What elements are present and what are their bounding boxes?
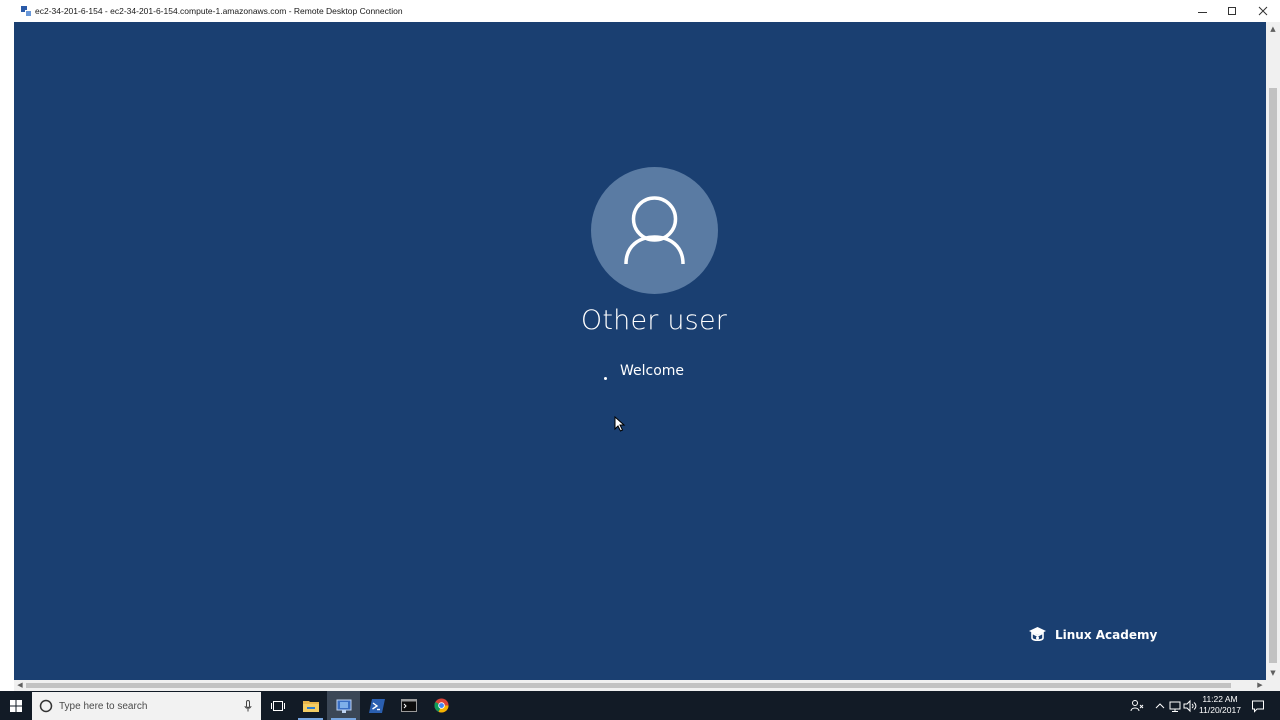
windows-logo-icon [10, 699, 22, 712]
window-title: ec2-34-201-6-154 - ec2-34-201-6-154.comp… [35, 6, 403, 16]
mouse-pointer-icon [614, 416, 626, 432]
vertical-scroll-thumb[interactable] [1269, 88, 1277, 663]
taskbar-clock[interactable]: 11:22 AM 11/20/2017 [1196, 694, 1244, 716]
maximize-icon [1228, 7, 1236, 15]
network-icon[interactable] [1168, 699, 1182, 713]
task-view-icon [270, 700, 285, 711]
user-silhouette-icon [624, 196, 685, 265]
remote-desktop-taskbar-button[interactable] [327, 691, 360, 720]
search-placeholder: Type here to search [59, 700, 148, 712]
powershell-icon [368, 698, 385, 713]
remote-login-screen[interactable]: Other user Welcome Linux Academy [14, 22, 1266, 680]
microphone-icon[interactable] [244, 700, 252, 712]
start-button[interactable] [0, 691, 32, 720]
remote-desktop-window: ec2-34-201-6-154 - ec2-34-201-6-154.comp… [0, 0, 1280, 691]
volume-icon[interactable] [1183, 699, 1197, 713]
minimize-button[interactable] [1187, 0, 1217, 22]
window-left-border [0, 22, 14, 680]
scroll-up-arrow-icon[interactable]: ▲ [1266, 22, 1280, 36]
user-name-label: Other user [580, 305, 728, 336]
linux-academy-logo: Linux Academy [1028, 625, 1157, 644]
close-button[interactable] [1248, 0, 1278, 22]
brand-name: Linux Academy [1055, 627, 1158, 642]
command-prompt-button[interactable] [392, 691, 425, 720]
close-icon [1258, 6, 1268, 16]
chrome-button[interactable] [425, 691, 458, 720]
chrome-icon [434, 698, 449, 713]
scroll-down-arrow-icon[interactable]: ▼ [1266, 666, 1280, 680]
remote-desktop-app-icon [21, 5, 32, 17]
graduation-cap-icon [1029, 627, 1046, 642]
folder-icon [302, 701, 319, 712]
user-avatar[interactable] [591, 167, 718, 294]
powershell-button[interactable] [360, 691, 393, 720]
cortana-icon [39, 699, 53, 713]
system-tray: 11:22 AM 11/20/2017 [1120, 691, 1280, 720]
scroll-left-arrow-icon[interactable]: ◀ [14, 680, 26, 691]
taskbar-search-box[interactable]: Type here to search [32, 692, 261, 720]
welcome-text: Welcome [620, 363, 685, 379]
people-icon[interactable] [1130, 699, 1144, 713]
clock-date: 11/20/2017 [1199, 705, 1241, 715]
chevron-up-icon[interactable] [1153, 699, 1167, 713]
scrollbar-corner [1266, 680, 1280, 691]
horizontal-scrollbar[interactable]: ◀ ▶ [14, 680, 1266, 691]
taskbar: Type here to search 11:22 AM 11/20/2017 [0, 691, 1280, 720]
notifications-icon[interactable] [1251, 699, 1265, 713]
scroll-right-arrow-icon[interactable]: ▶ [1254, 680, 1266, 691]
file-explorer-button[interactable] [294, 691, 327, 720]
horizontal-scroll-thumb[interactable] [26, 683, 1231, 688]
task-view-button[interactable] [261, 691, 294, 720]
command-prompt-icon [400, 699, 417, 712]
minimize-icon [1197, 11, 1207, 13]
loading-spinner-icon [604, 376, 607, 380]
clock-time: 11:22 AM [1202, 694, 1238, 704]
remote-desktop-icon [336, 699, 351, 713]
welcome-status: Welcome [604, 360, 684, 382]
title-bar[interactable]: ec2-34-201-6-154 - ec2-34-201-6-154.comp… [0, 0, 1280, 22]
vertical-scrollbar[interactable]: ▲ ▼ [1266, 22, 1280, 680]
maximize-button[interactable] [1217, 0, 1247, 22]
